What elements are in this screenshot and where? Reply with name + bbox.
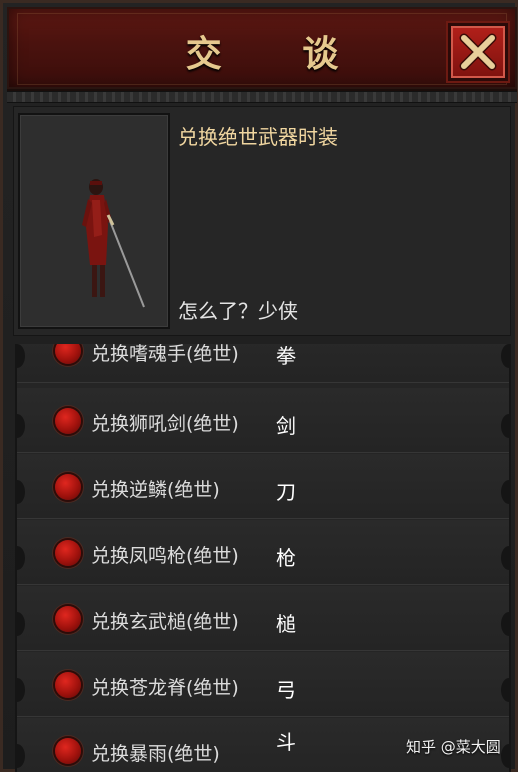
red-bullet-icon — [55, 344, 81, 364]
option-label: 兑换嗜魂手(绝世) — [91, 344, 239, 365]
option-label: 兑换逆鳞(绝世) — [91, 479, 220, 501]
npc-name: 兑换绝世武器时装 — [178, 125, 338, 149]
option-row[interactable]: 兑换狮吼剑(绝世) 剑 — [17, 388, 509, 453]
option-label: 兑换狮吼剑(绝世) — [91, 413, 239, 435]
option-row[interactable]: 兑换嗜魂手(绝世) 拳 — [17, 344, 509, 383]
red-bullet-icon — [55, 408, 81, 434]
weapon-type-label: 枪 — [276, 546, 296, 570]
option-label: 兑换暴雨(绝世) — [91, 743, 220, 765]
weapon-type-label: 拳 — [276, 344, 296, 368]
dialog-window: 交 谈 兑换绝世武器时装 怎么了？少侠 兑换嗜魂手(绝世) 拳 兑换狮吼剑(绝世… — [0, 0, 518, 772]
option-label: 兑换苍龙脊(绝世) — [91, 677, 239, 699]
option-row[interactable]: 兑换玄武槌(绝世) 槌 — [17, 586, 509, 651]
option-row[interactable]: 兑换苍龙脊(绝世) 弓 — [17, 652, 509, 717]
option-row[interactable]: 兑换逆鳞(绝世) 刀 — [17, 454, 509, 519]
npc-portrait — [18, 113, 170, 329]
dialog-header: 交 谈 — [7, 7, 517, 91]
weapon-type-label: 剑 — [276, 414, 296, 438]
red-bullet-icon — [55, 540, 81, 566]
weapon-type-label: 弓 — [276, 678, 296, 702]
close-x-icon — [459, 33, 497, 71]
option-list[interactable]: 兑换嗜魂手(绝世) 拳 兑换狮吼剑(绝世) 剑 兑换逆鳞(绝世) 刀 兑换凤鸣枪… — [15, 344, 511, 772]
dialog-title: 交 谈 — [185, 33, 373, 75]
weapon-type-label: 槌 — [276, 612, 296, 636]
option-label: 兑换凤鸣枪(绝世) — [91, 545, 239, 567]
weapon-type-label: 斗 — [276, 730, 296, 754]
red-bullet-icon — [55, 738, 81, 764]
red-bullet-icon — [55, 672, 81, 698]
weapon-type-label: 刀 — [276, 480, 296, 504]
header-divider — [7, 91, 517, 103]
close-button[interactable] — [448, 23, 508, 81]
watermark: 知乎 @菜大圆 — [406, 738, 501, 756]
npc-character-figure — [82, 179, 145, 308]
red-bullet-icon — [55, 474, 81, 500]
option-label: 兑换玄武槌(绝世) — [91, 611, 239, 633]
npc-panel: 兑换绝世武器时装 怎么了？少侠 — [13, 106, 511, 336]
option-row[interactable]: 兑换凤鸣枪(绝世) 枪 — [17, 520, 509, 585]
red-bullet-icon — [55, 606, 81, 632]
npc-greeting: 怎么了？少侠 — [178, 299, 298, 323]
